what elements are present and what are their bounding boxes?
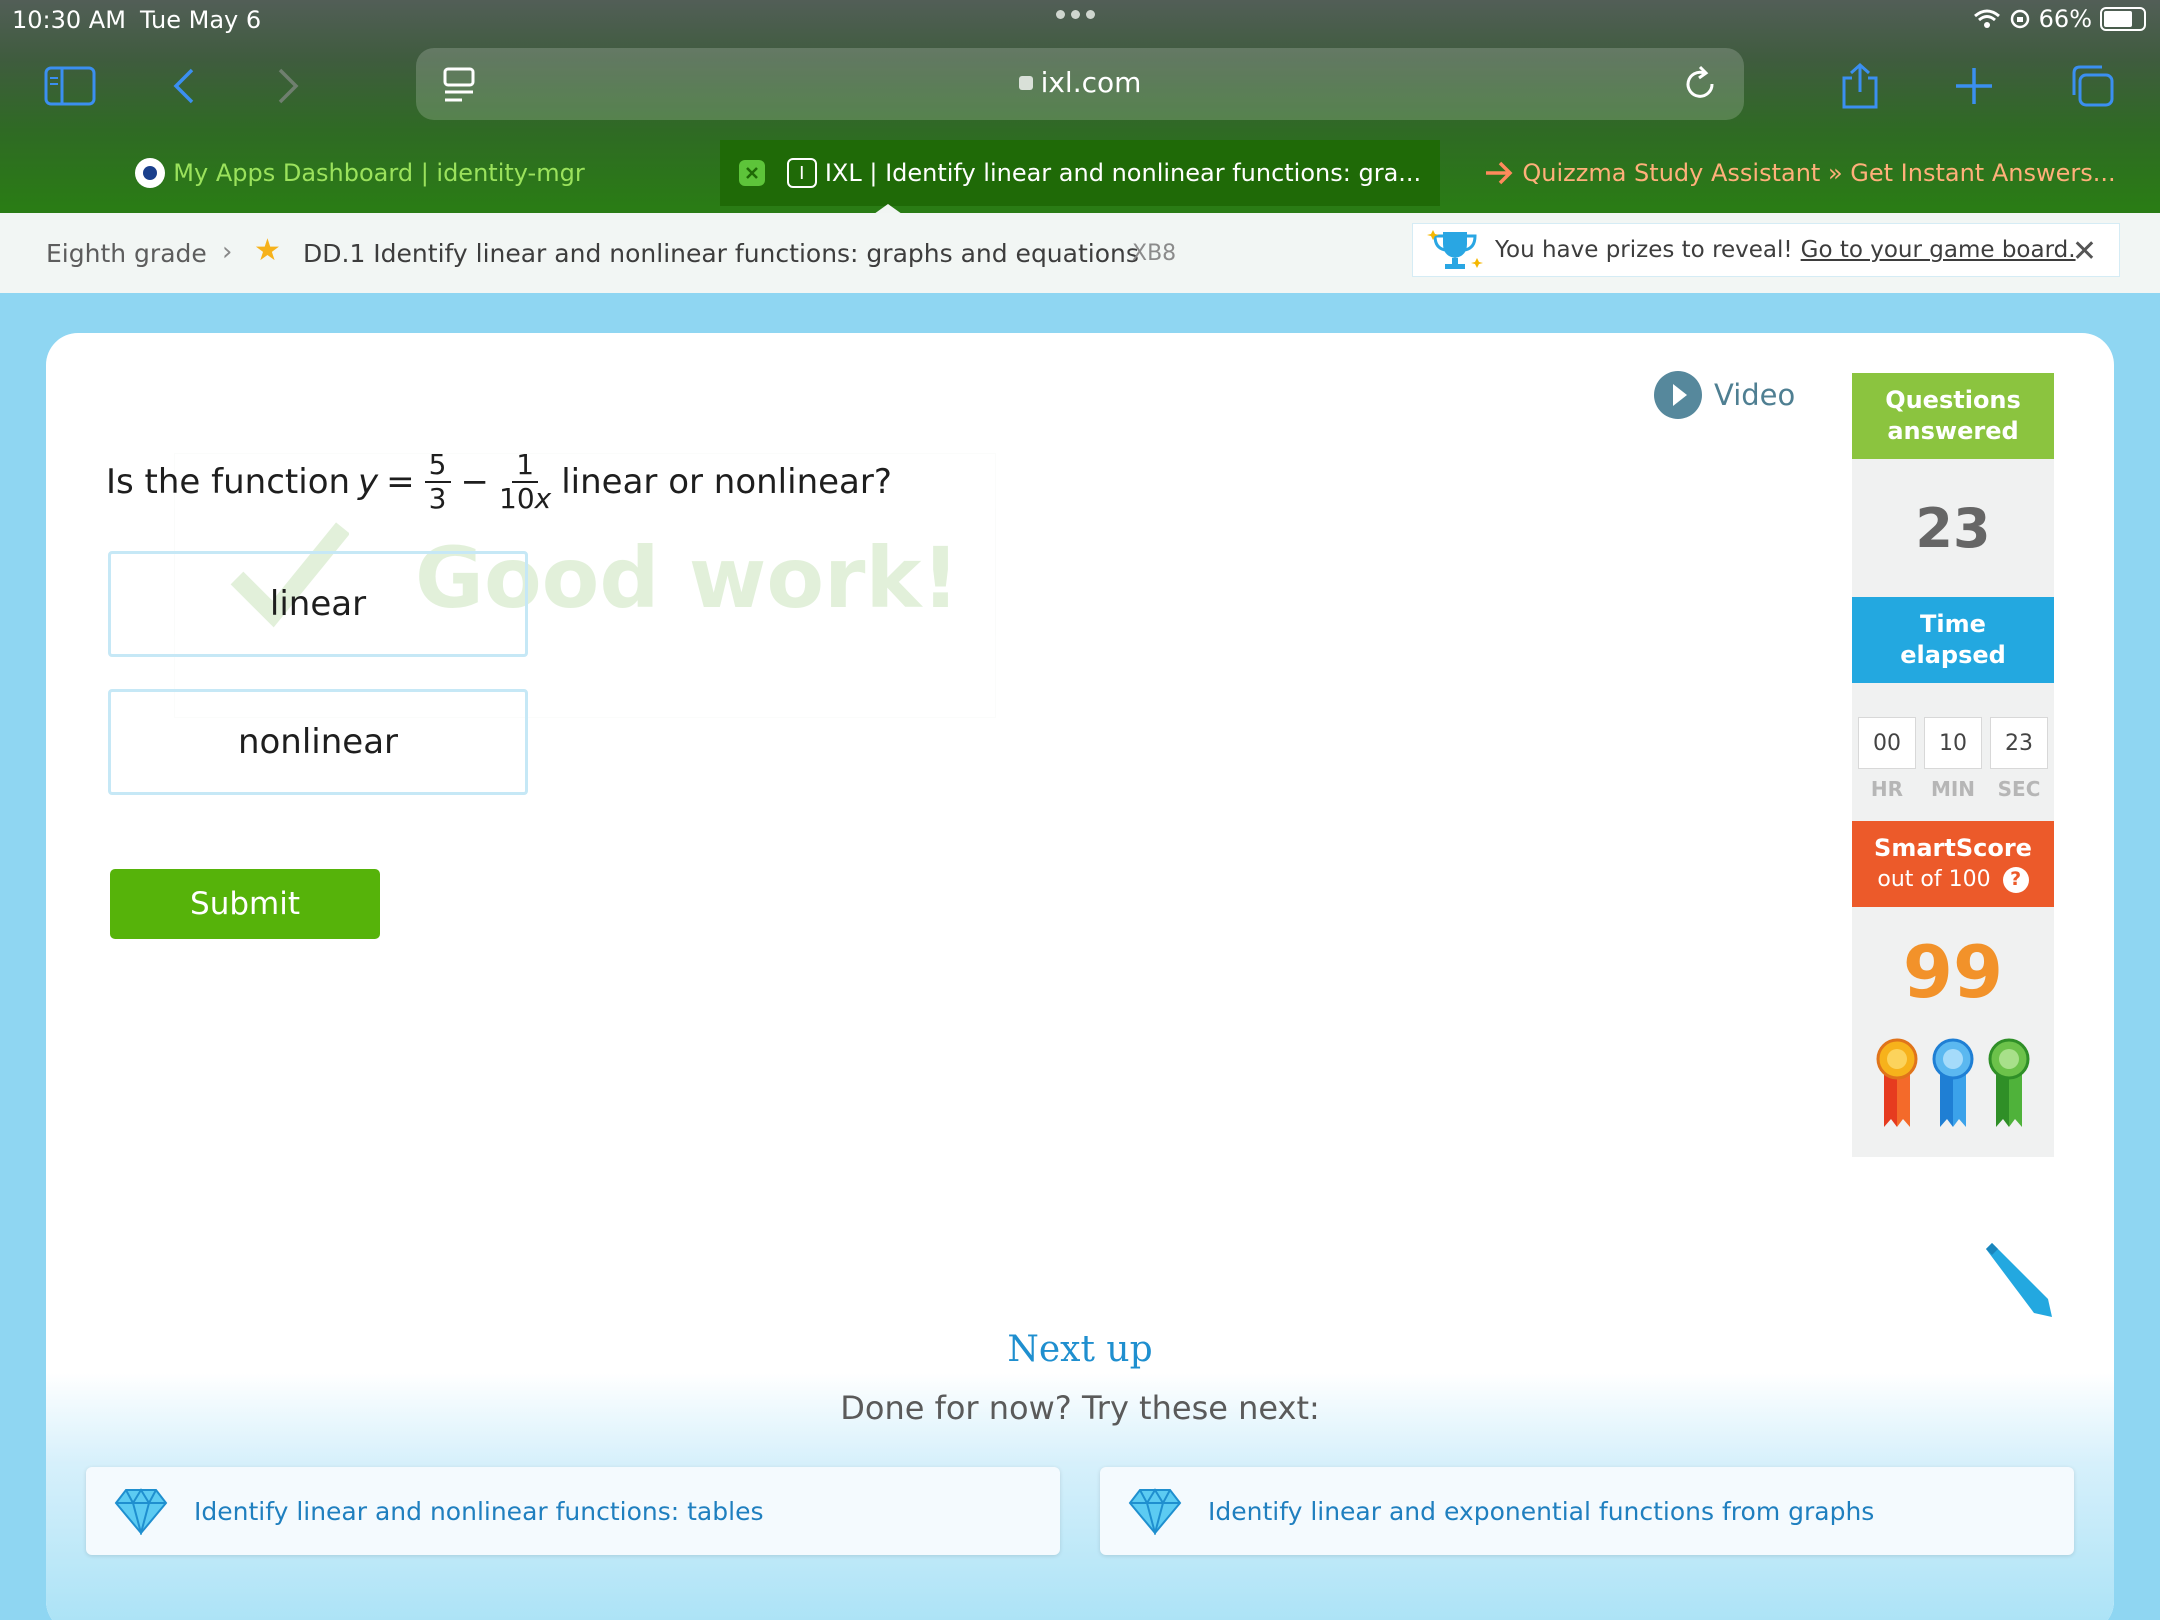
timer-hours: 00 [1858,717,1916,769]
time-elapsed-header: Time elapsed [1852,597,2054,683]
status-date: Tue May 6 [140,6,262,34]
ixl-favicon-icon: I [786,158,817,188]
timer-seconds: 23 [1990,717,2048,769]
next-skill-card[interactable]: Identify linear and nonlinear functions:… [86,1467,1060,1555]
next-up-title: Next up [1007,1329,1153,1370]
diamond-icon [114,1488,168,1535]
status-right: 66% [1973,5,2146,33]
reload-icon[interactable] [1682,64,1718,108]
play-icon [1654,371,1702,419]
star-icon[interactable]: ★ [254,233,281,268]
choice-linear[interactable]: linear [108,551,528,657]
tab-ixl[interactable]: I IXL | Identify linear and nonlinear fu… [720,140,1440,206]
share-icon[interactable] [1832,58,1888,114]
blue-ribbon-icon [1932,1038,1974,1127]
practice-card: Good work! Is the function y = 5 3 − 1 1… [46,333,2114,1620]
skill-code: XB8 [1132,241,1177,266]
url-text: ixl.com [416,66,1744,99]
green-ribbon-icon [1988,1038,2030,1127]
wifi-icon [1973,9,2000,28]
forward-icon[interactable] [260,58,316,114]
next-skill-label: Identify linear and exponential function… [1208,1496,1875,1526]
gold-ribbon-icon [1876,1038,1918,1127]
skill-title: DD.1 Identify linear and nonlinear funct… [303,239,1139,268]
stats-panel: Questions answered 23 Time elapsed 00 10… [1852,373,2054,1157]
fraction-five-thirds: 5 3 [424,449,451,515]
minus-sign: − [460,462,490,502]
game-board-link[interactable]: Go to your game board. [1801,237,2076,263]
video-link[interactable]: Video [1654,371,1795,419]
new-tab-icon[interactable] [1946,58,2002,114]
battery-percent: 66% [2038,5,2092,33]
smartscore-header: SmartScore out of 100? [1852,821,2054,907]
timer-hours-label: HR [1870,777,1904,801]
trophy-icon [1427,230,1483,269]
submit-button[interactable]: Submit [110,869,380,939]
okta-icon [135,158,166,188]
next-up-subtitle: Done for now? Try these next: [840,1389,1320,1427]
fraction-one-over-ten-x: 1 10x [499,448,552,515]
award-ribbons [1852,1037,2054,1129]
status-bar: 10:30 AM Tue May 6 66% [0,0,2160,38]
close-icon[interactable]: ✕ [2072,234,2097,269]
tab-strip: My Apps Dashboard | identity-mgr I IXL |… [0,140,2160,206]
questions-answered-header: Questions answered [1852,373,2054,459]
browser-chrome: 10:30 AM Tue May 6 66% ixl.com My Apps D… [0,0,2160,214]
pencil-icon[interactable] [1976,1241,2054,1319]
tab-quizzma[interactable]: Quizzma Study Assistant » Get Instant An… [1440,140,2160,206]
prize-text: You have prizes to reveal! [1495,237,1793,263]
question-prefix: Is the function [106,462,351,502]
smartscore-value: 99 [1902,930,2004,1014]
tab-label: Quizzma Study Assistant » Get Instant An… [1522,159,2116,187]
tab-label: My Apps Dashboard | identity-mgr [173,159,585,187]
tabs-overview-icon[interactable] [2064,58,2120,114]
prize-banner: You have prizes to reveal! Go to your ga… [1412,223,2120,277]
address-bar[interactable]: ixl.com [416,48,1744,120]
timer: 00 10 23 HR MIN SEC [1852,683,2054,821]
help-icon[interactable]: ? [2002,866,2029,893]
breadcrumb-grade-link[interactable]: Eighth grade [46,239,207,268]
question-variable: y [358,462,379,502]
battery-icon [2100,7,2146,31]
next-skill-label: Identify linear and nonlinear functions:… [194,1496,764,1526]
back-icon[interactable] [156,58,212,114]
equals-sign: = [386,462,415,502]
status-time: 10:30 AM [12,6,126,34]
smartscore-label: SmartScore [1874,834,2032,862]
choice-nonlinear[interactable]: nonlinear [108,689,528,795]
timer-minutes-label: MIN [1930,777,1976,801]
questions-answered-count: 23 [1915,496,1991,560]
smartscore-sublabel: out of 100 [1877,867,1991,892]
tab-my-apps[interactable]: My Apps Dashboard | identity-mgr [0,140,720,206]
question-prompt: Is the function y = 5 3 − 1 10x linear o… [106,449,892,515]
close-tab-icon[interactable] [738,160,765,186]
video-label: Video [1714,378,1796,412]
timer-seconds-label: SEC [1997,777,2041,801]
timer-minutes: 10 [1924,717,1982,769]
tab-label: IXL | Identify linear and nonlinear func… [824,159,1422,187]
chevron-right-icon: › [222,237,233,267]
question-suffix: linear or nonlinear? [561,462,892,502]
breadcrumb: Eighth grade › ★ DD.1 Identify linear an… [0,213,2160,293]
orientation-lock-icon [2010,9,2029,29]
lock-icon [1018,76,1033,90]
arrow-right-icon [1486,161,1513,185]
sidebar-toggle-icon[interactable] [42,58,98,114]
diamond-icon [1128,1488,1182,1535]
multitasking-dots-icon[interactable] [1056,10,1095,19]
next-skill-card[interactable]: Identify linear and exponential function… [1100,1467,2074,1555]
